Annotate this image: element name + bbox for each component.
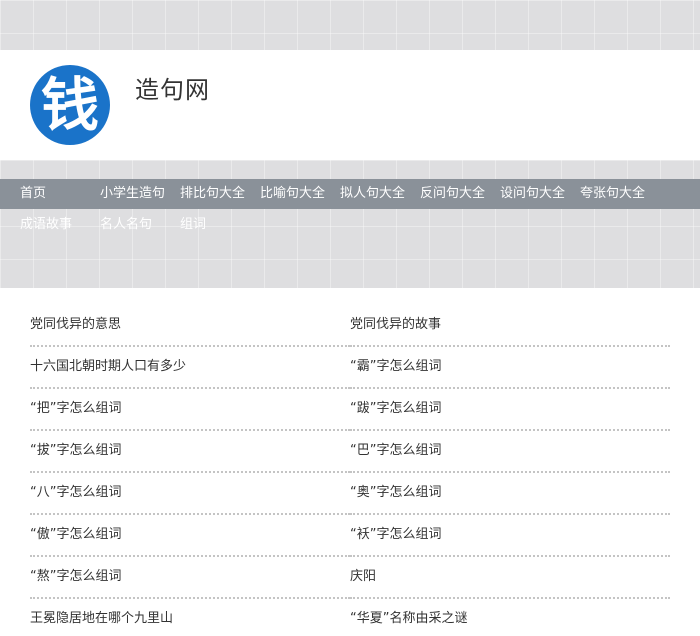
list-item[interactable]: “八”字怎么组词 xyxy=(30,473,350,515)
top-banner xyxy=(0,0,700,50)
nav-item-personification[interactable]: 拟人句大全 xyxy=(340,179,405,209)
nav-area: 首页 小学生造句 排比句大全 比喻句大全 拟人句大全 反问句大全 设问句大全 夸… xyxy=(0,160,700,288)
list-item[interactable]: 党同伐异的故事 xyxy=(350,305,670,347)
nav-item-home[interactable]: 首页 xyxy=(20,179,46,209)
site-title[interactable]: 造句网 xyxy=(135,70,210,105)
nav-item-hyperbole[interactable]: 夸张句大全 xyxy=(580,179,645,209)
site-header: 钱 造句网 xyxy=(0,50,700,160)
nav-item-idiom-stories[interactable]: 成语故事 xyxy=(20,215,72,235)
list-item[interactable]: 庆阳 xyxy=(350,557,670,599)
nav-item-rhetorical-question[interactable]: 反问句大全 xyxy=(420,179,485,209)
list-item[interactable]: “巴”字怎么组词 xyxy=(350,431,670,473)
nav-item-metaphor[interactable]: 比喻句大全 xyxy=(260,179,325,209)
list-item[interactable]: “熬”字怎么组词 xyxy=(30,557,350,599)
logo-char: 钱 xyxy=(41,71,99,139)
list-item[interactable]: “拔”字怎么组词 xyxy=(30,431,350,473)
list-item[interactable]: 十六国北朝时期人口有多少 xyxy=(30,347,350,389)
list-item[interactable]: “把”字怎么组词 xyxy=(30,389,350,431)
list-item[interactable]: “华夏”名称由采之谜 xyxy=(350,599,670,636)
nav-item-famous-quotes[interactable]: 名人名句 xyxy=(100,215,152,235)
list-item[interactable]: “奥”字怎么组词 xyxy=(350,473,670,515)
list-item[interactable]: 王冕隐居地在哪个九里山 xyxy=(30,599,350,636)
nav-item-pupil-sentences[interactable]: 小学生造句 xyxy=(100,179,165,209)
nav-bar: 首页 小学生造句 排比句大全 比喻句大全 拟人句大全 反问句大全 设问句大全 夸… xyxy=(0,179,700,209)
list-item[interactable]: “霸”字怎么组词 xyxy=(350,347,670,389)
list-item[interactable]: 党同伐异的意思 xyxy=(30,305,350,347)
list-item[interactable]: “跋”字怎么组词 xyxy=(350,389,670,431)
nav-item-word-groups[interactable]: 组词 xyxy=(180,215,206,235)
list-item[interactable]: “袄”字怎么组词 xyxy=(350,515,670,557)
nav-item-self-question[interactable]: 设问句大全 xyxy=(500,179,565,209)
nav-item-parallelism[interactable]: 排比句大全 xyxy=(180,179,245,209)
article-list: 党同伐异的意思 党同伐异的故事 十六国北朝时期人口有多少 “霸”字怎么组词 “把… xyxy=(30,305,670,636)
list-item[interactable]: “傲”字怎么组词 xyxy=(30,515,350,557)
article-list-section: 党同伐异的意思 党同伐异的故事 十六国北朝时期人口有多少 “霸”字怎么组词 “把… xyxy=(0,288,700,636)
logo-icon[interactable]: 钱 xyxy=(30,65,110,145)
